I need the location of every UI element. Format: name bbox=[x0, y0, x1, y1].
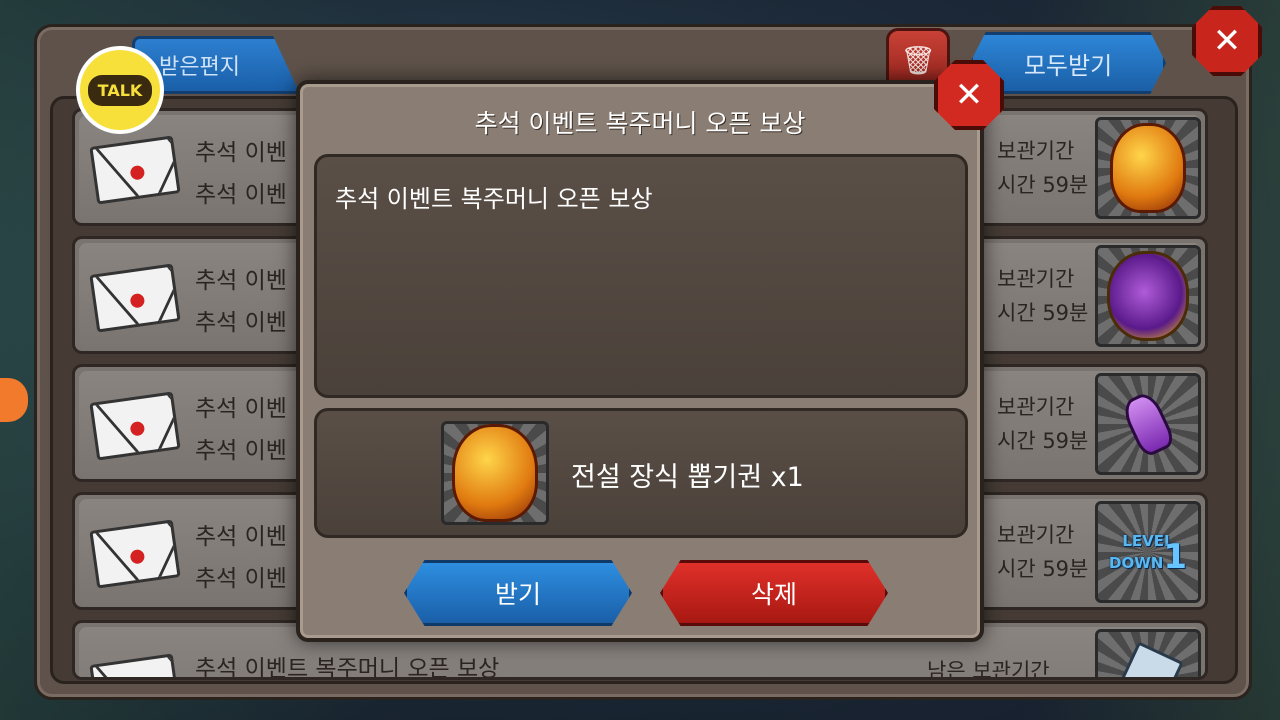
close-mailbox-button[interactable]: ✕ bbox=[1192, 6, 1262, 76]
envelope-icon bbox=[89, 391, 181, 461]
mail-expiry-time: 시간 59분 bbox=[997, 301, 1089, 325]
mail-title: 추석 이벤 bbox=[195, 524, 287, 550]
legend-helmet-icon bbox=[452, 424, 538, 522]
envelope-icon bbox=[89, 263, 181, 333]
message-text: 추석 이벤트 복주머니 오픈 보상 bbox=[335, 185, 653, 213]
reward-thumb bbox=[1095, 373, 1201, 475]
potion-icon bbox=[1119, 389, 1177, 459]
mail-expiry-label: 보관기간 bbox=[997, 139, 1075, 163]
mail-subtitle: 추석 이벤 bbox=[195, 438, 287, 464]
mail-title: 추석 이벤트 복주머니 오픈 보상 bbox=[195, 656, 500, 680]
mail-title: 추석 이벤 bbox=[195, 268, 287, 294]
mail-expiry-time: 시간 59분 bbox=[997, 173, 1089, 197]
mail-title: 추석 이벤 bbox=[195, 140, 287, 166]
envelope-icon bbox=[89, 519, 181, 589]
mail-title: 추석 이벤 bbox=[195, 396, 287, 422]
reward-item-thumb bbox=[441, 421, 549, 525]
reward-box: 전설 장식 뽑기권 x1 bbox=[314, 408, 968, 538]
mail-expiry-label: 남은 보관기간 bbox=[927, 659, 1050, 680]
mail-expiry-label: 보관기간 bbox=[997, 395, 1075, 419]
mail-subtitle: 추석 이벤 bbox=[195, 566, 287, 592]
purple-helmet-icon bbox=[1107, 251, 1189, 341]
mail-expiry-time: 시간 59분 bbox=[997, 429, 1089, 453]
legend-helmet-icon bbox=[1110, 123, 1186, 213]
delete-button[interactable]: 삭제 bbox=[660, 560, 888, 626]
reward-thumb bbox=[1095, 629, 1201, 677]
mail-expiry-time: 시간 59분 bbox=[997, 557, 1089, 581]
modal-title: 추석 이벤트 복주머니 오픈 보상 bbox=[474, 109, 806, 138]
close-icon: ✕ bbox=[954, 75, 984, 115]
reward-thumb bbox=[1095, 245, 1201, 347]
level-down-icon: LEVEL DOWN1 bbox=[1109, 532, 1187, 577]
receive-button[interactable]: 받기 bbox=[404, 560, 632, 626]
ticket-icon bbox=[1112, 641, 1184, 677]
mail-subtitle: 추석 이벤 bbox=[195, 182, 287, 208]
reward-text: 전설 장식 뽑기권 x1 bbox=[571, 462, 804, 493]
reward-thumb: LEVEL DOWN1 bbox=[1095, 501, 1201, 603]
message-box: 추석 이벤트 복주머니 오픈 보상 bbox=[314, 154, 968, 398]
envelope-icon bbox=[89, 135, 181, 205]
mail-expiry-label: 보관기간 bbox=[997, 267, 1075, 291]
mail-detail-modal: 추석 이벤트 복주머니 오픈 보상 추석 이벤트 복주머니 오픈 보상 전설 장… bbox=[296, 80, 984, 642]
reward-thumb bbox=[1095, 117, 1201, 219]
trash-icon: 🗑 bbox=[900, 43, 936, 77]
mail-expiry-label: 보관기간 bbox=[997, 523, 1075, 547]
kakaotalk-badge[interactable]: TALK bbox=[76, 46, 164, 134]
close-icon: ✕ bbox=[1212, 21, 1242, 61]
mail-subtitle: 추석 이벤 bbox=[195, 310, 287, 336]
close-modal-button[interactable]: ✕ bbox=[934, 60, 1004, 130]
